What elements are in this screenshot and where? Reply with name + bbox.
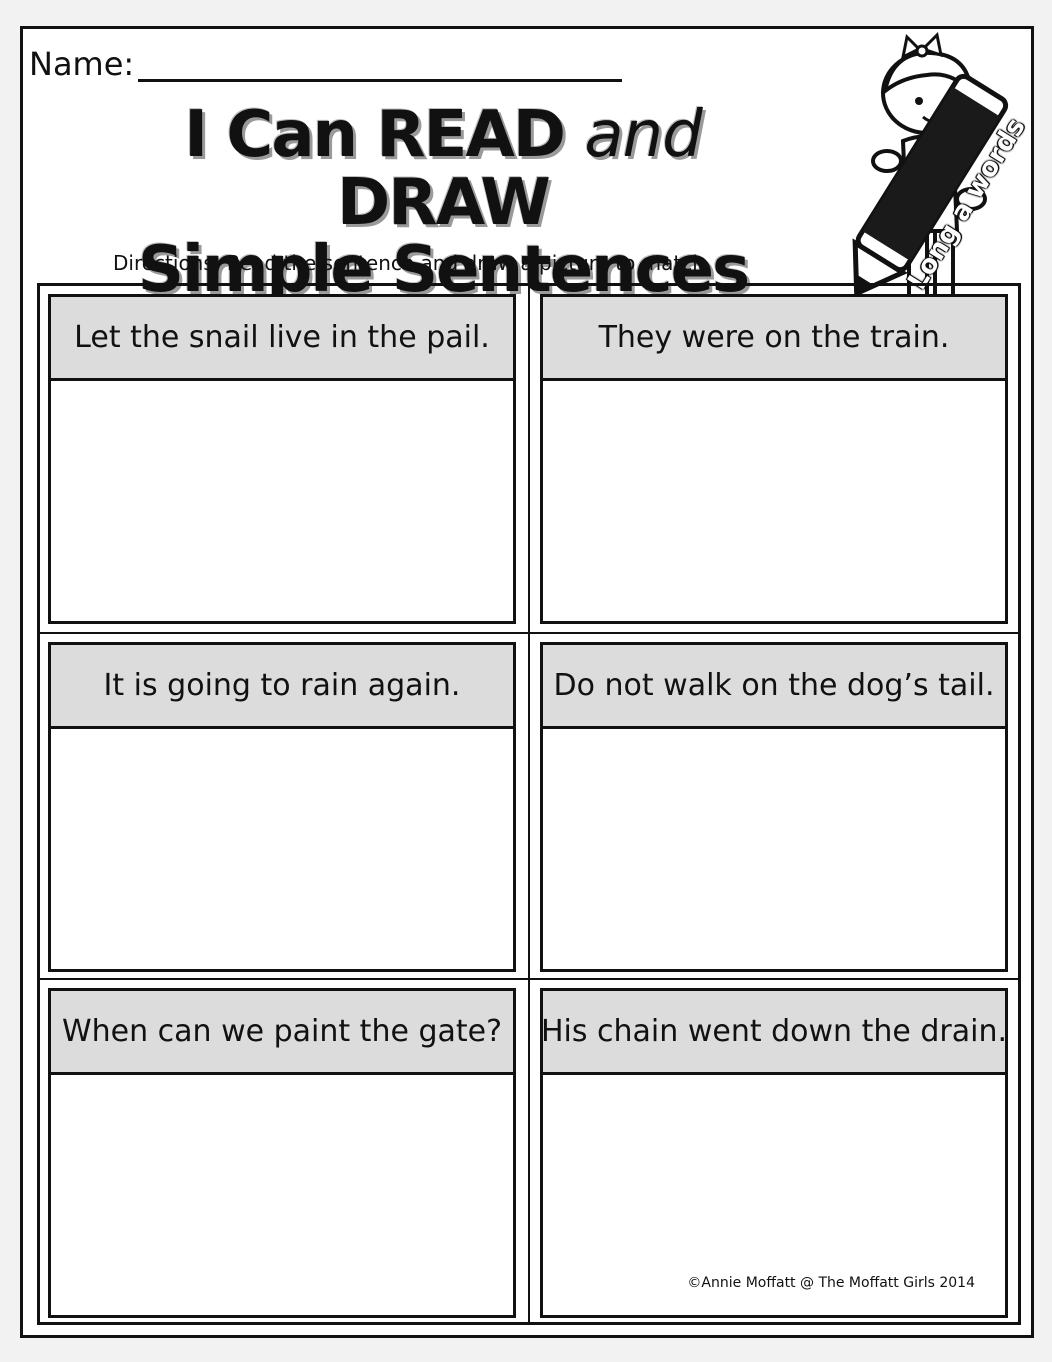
sentence-header-2: They were on the train. (543, 297, 1005, 381)
title-part-1: I Can READ (184, 98, 585, 172)
sentence-header-4: Do not walk on the dog’s tail. (543, 645, 1005, 729)
drawing-area-5[interactable] (51, 1075, 513, 1315)
title-and: and (584, 98, 702, 172)
sentence-header-6: His chain went down the drain. (541, 991, 1007, 1075)
name-label: Name: (29, 45, 135, 83)
name-row: Name: (29, 43, 623, 83)
grid-divider-horizontal-2 (40, 978, 1018, 980)
sentence-cell-5: When can we paint the gate? (48, 988, 516, 1318)
drawing-area-2[interactable] (543, 381, 1005, 621)
sentence-cell-2: They were on the train. (540, 294, 1008, 624)
copyright-credit: ©Annie Moffatt @ The Moffatt Girls 2014 (687, 1275, 975, 1291)
drawing-area-4[interactable] (543, 729, 1005, 969)
directions-text: Directions: Read the sentence and draw a… (113, 251, 712, 275)
drawing-grid: Let the snail live in the pail. They wer… (37, 283, 1021, 1325)
sentence-cell-3: It is going to rain again. (48, 642, 516, 972)
grid-divider-vertical (528, 286, 530, 1322)
drawing-area-1[interactable] (51, 381, 513, 621)
sentence-cell-6: His chain went down the drain. ©Annie Mo… (540, 988, 1008, 1318)
title-line-1: I Can READ and DRAW (73, 101, 813, 237)
name-write-line[interactable] (138, 43, 623, 82)
sentence-header-1: Let the snail live in the pail. (51, 297, 513, 381)
title-part-2: DRAW (337, 166, 551, 240)
drawing-area-3[interactable] (51, 729, 513, 969)
grid-divider-horizontal-1 (40, 632, 1018, 634)
worksheet-page: Name: I Can READ and DRAW Simple Sentenc… (20, 26, 1034, 1338)
sentence-cell-4: Do not walk on the dog’s tail. (540, 642, 1008, 972)
sentence-cell-1: Let the snail live in the pail. (48, 294, 516, 624)
sentence-header-5: When can we paint the gate? (51, 991, 513, 1075)
sentence-header-3: It is going to rain again. (51, 645, 513, 729)
